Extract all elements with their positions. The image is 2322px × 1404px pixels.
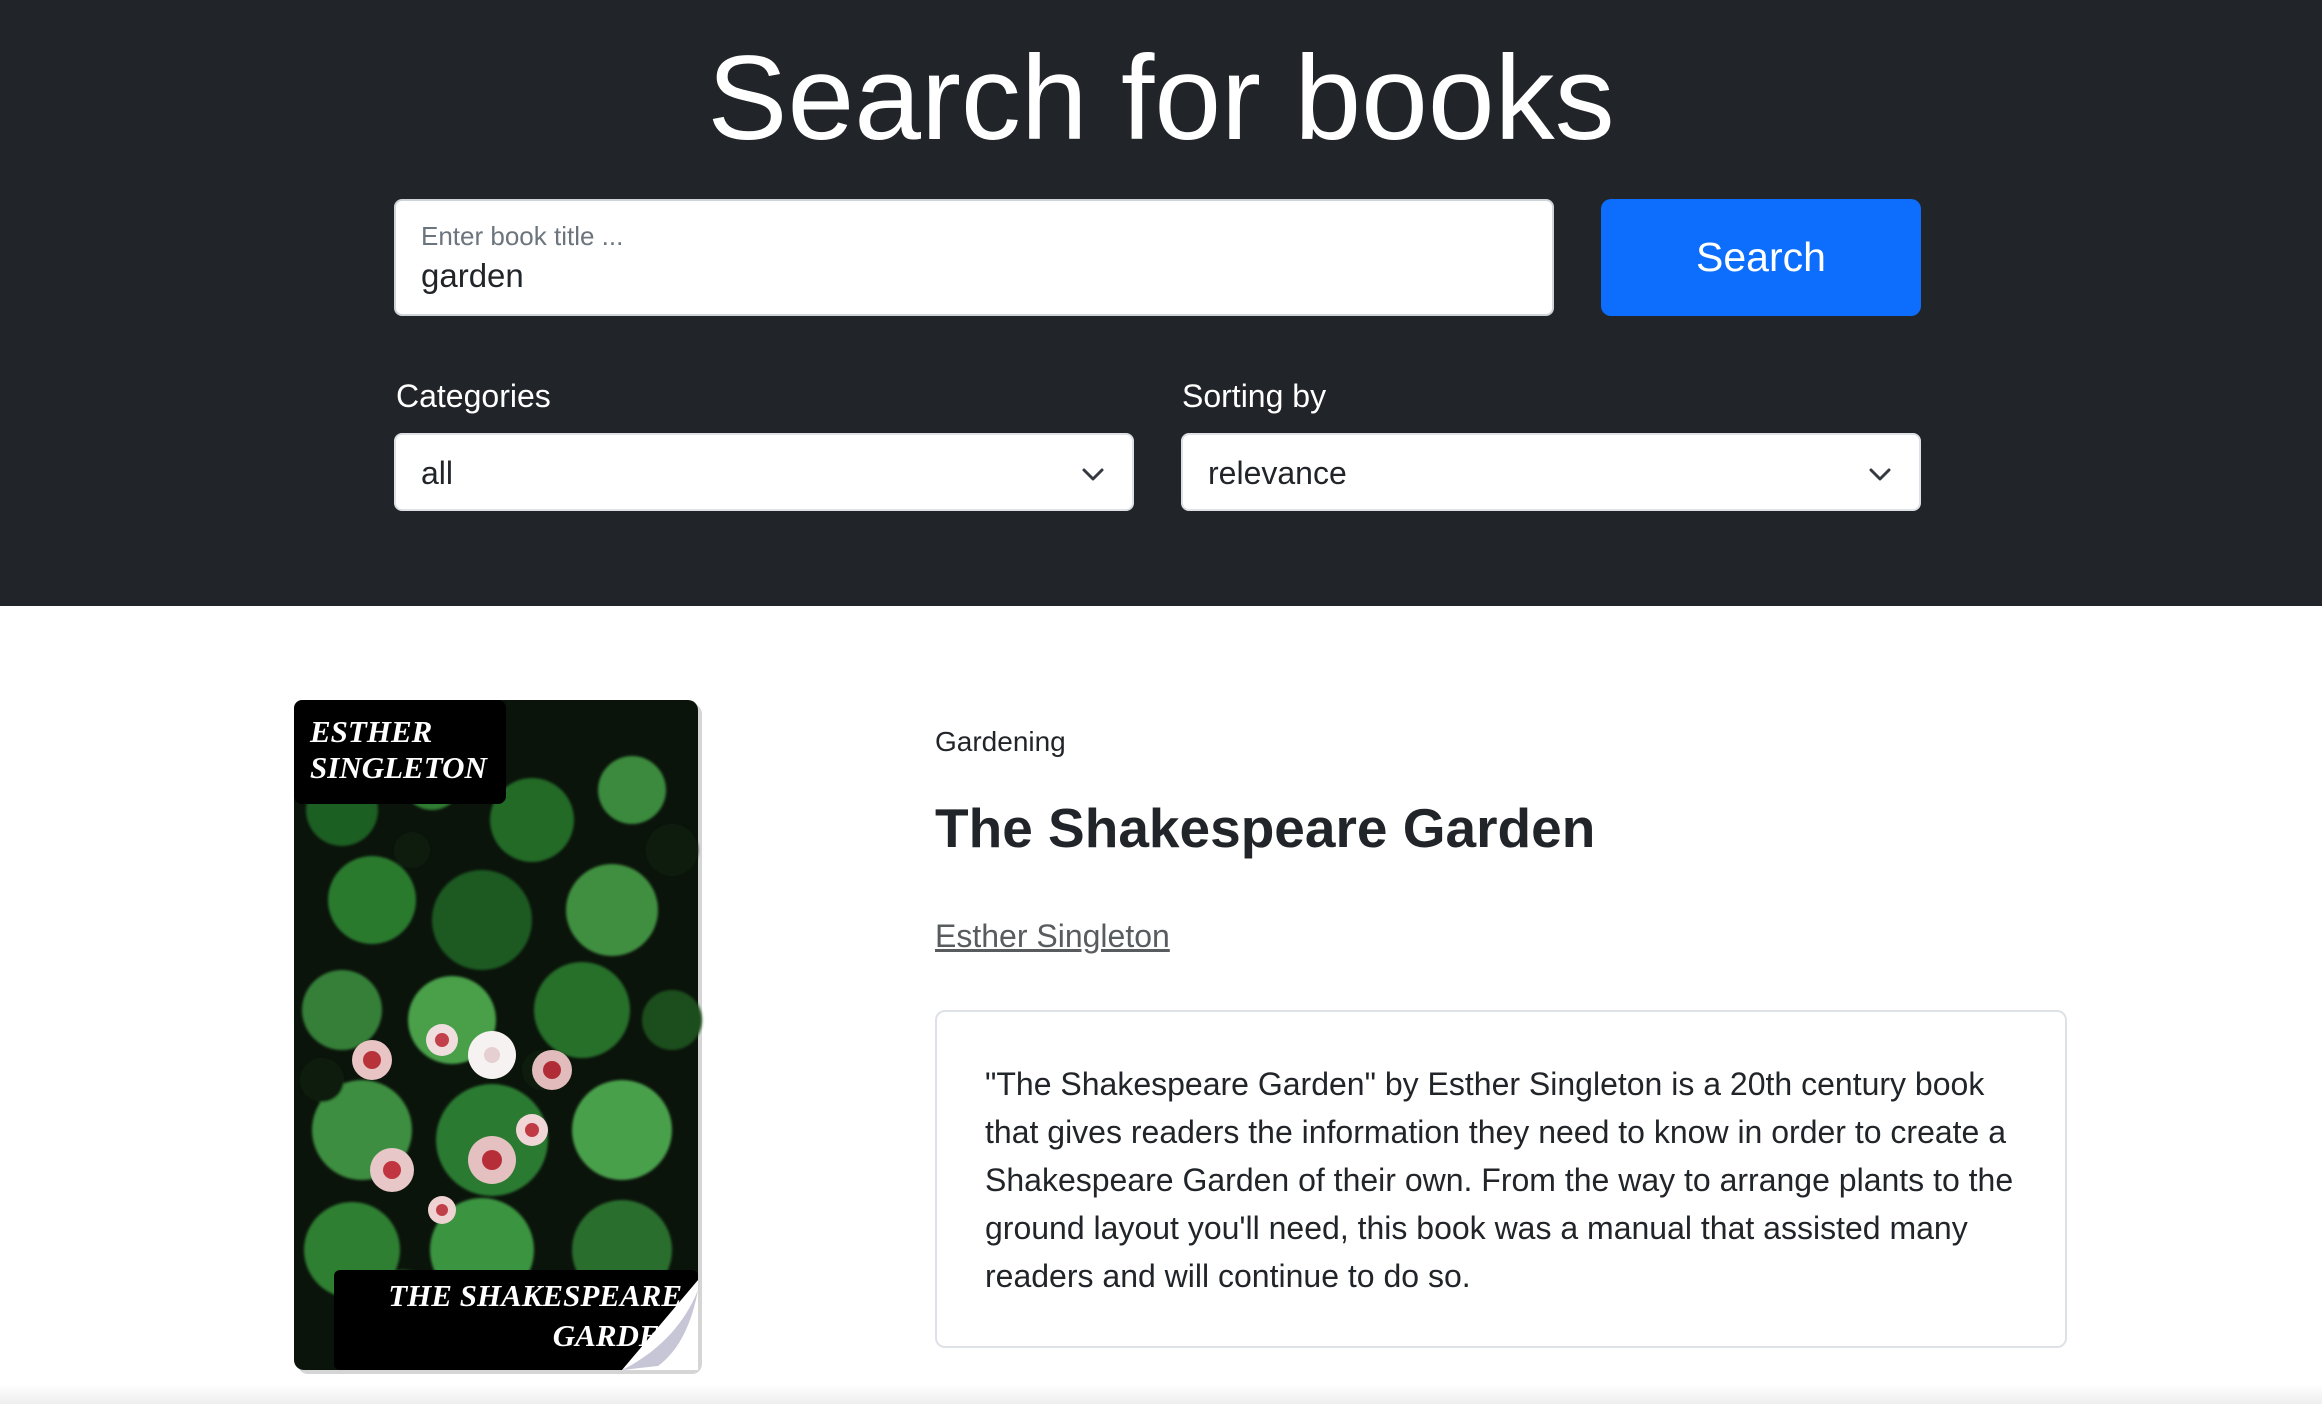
sorting-select[interactable]: relevance [1181, 433, 1921, 511]
book-category: Gardening [935, 726, 1066, 757]
categories-select[interactable]: all [394, 433, 1134, 511]
search-input[interactable]: Enter book title ... garden [394, 199, 1554, 316]
book-cover-image[interactable]: ESTHER SINGLETON THE SHAKESPEARE GARDEN [282, 690, 712, 1380]
book-title: The Shakespeare Garden [935, 797, 1596, 859]
author-link[interactable]: Esther Singleton [935, 918, 1170, 955]
description-card: "The Shakespeare Garden" by Esther Singl… [935, 1010, 2067, 1348]
page-bottom-edge [0, 1384, 2322, 1404]
search-input-value[interactable]: garden [421, 257, 524, 295]
search-header: Search for books Enter book title ... ga… [0, 0, 2322, 606]
search-input-label: Enter book title ... [421, 221, 624, 251]
svg-text:SINGLETON: SINGLETON [310, 750, 488, 785]
sorting-selected-value: relevance [1208, 455, 1347, 491]
book-description: "The Shakespeare Garden" by Esther Singl… [985, 1066, 2014, 1294]
chevron-down-icon [1869, 468, 1891, 481]
categories-label: Categories [396, 378, 551, 414]
svg-text:ESTHER: ESTHER [309, 714, 432, 749]
chevron-down-icon [1082, 468, 1104, 481]
svg-text:THE SHAKESPEARE: THE SHAKESPEARE [388, 1278, 682, 1313]
categories-selected-value: all [421, 455, 454, 491]
sorting-label: Sorting by [1182, 378, 1327, 414]
search-button[interactable]: Search [1601, 199, 1921, 316]
page-title: Search for books [707, 31, 1615, 165]
